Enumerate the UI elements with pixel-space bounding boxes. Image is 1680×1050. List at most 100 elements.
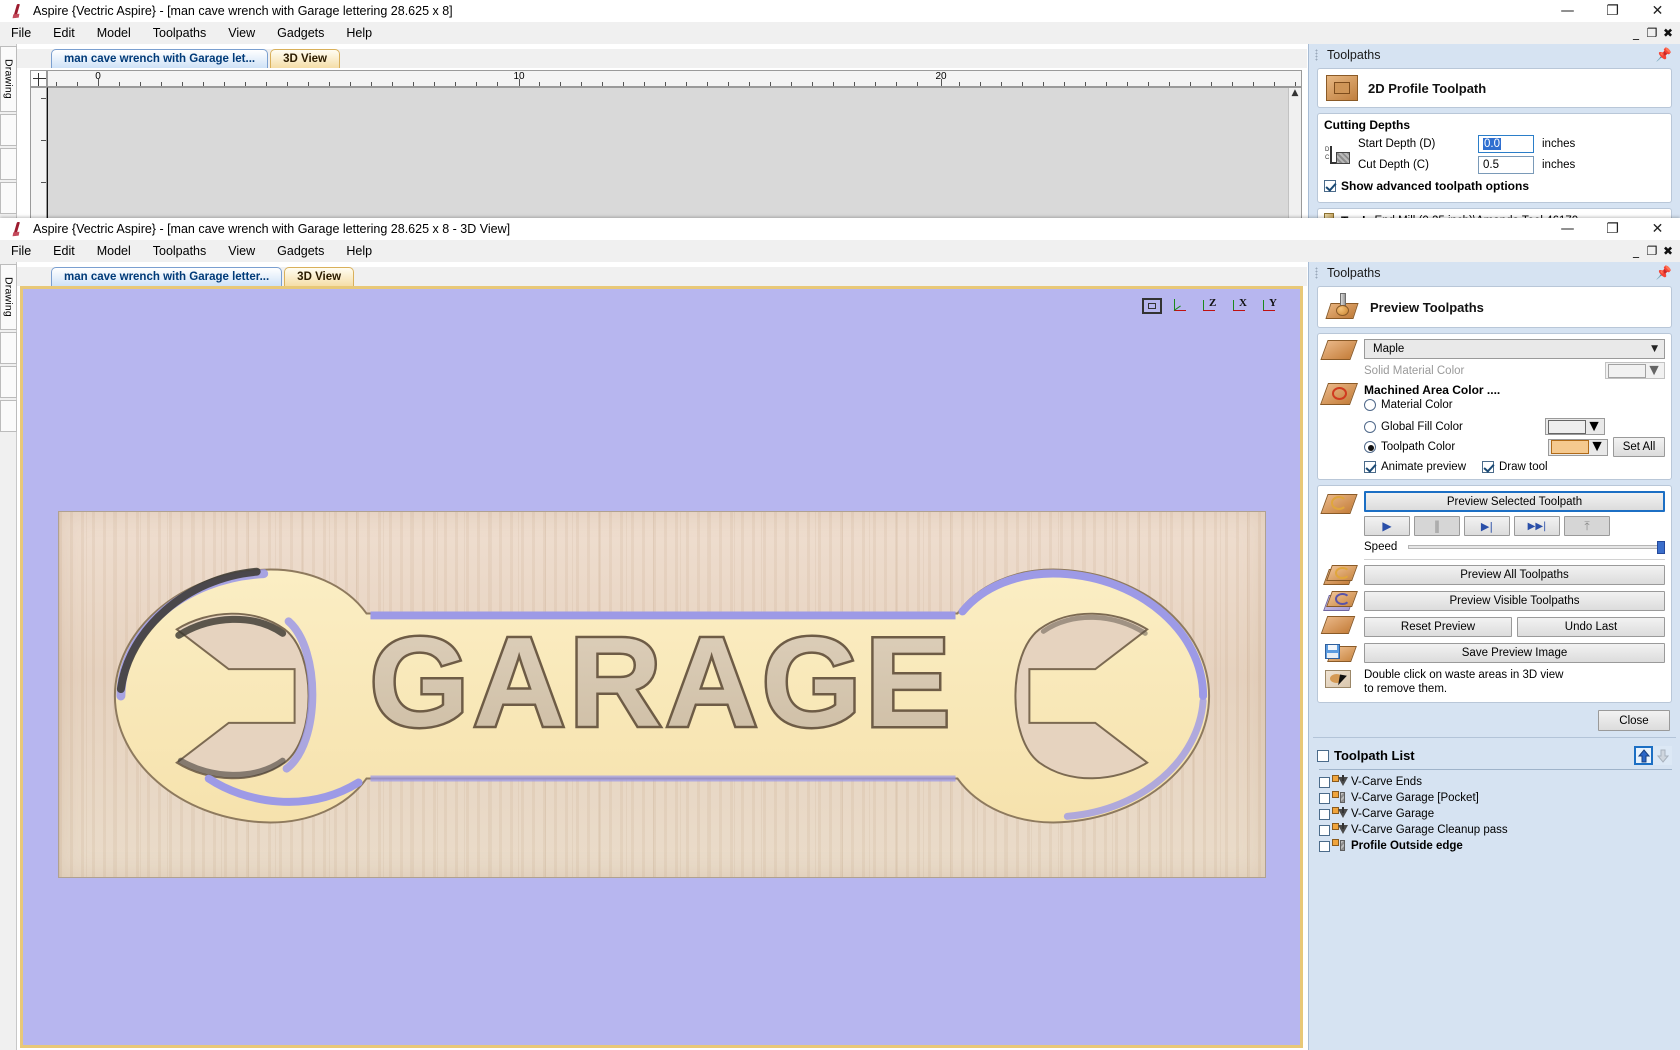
material-board[interactable]: GARAGE GARAGE <box>58 511 1266 878</box>
minimize-button[interactable]: — <box>1545 218 1590 240</box>
toolpath-list-item-4[interactable]: Profile Outside edge <box>1317 838 1672 854</box>
menu-toolpaths[interactable]: Toolpaths <box>142 241 218 261</box>
toolpath-list-item-3[interactable]: V-Carve Garage Cleanup pass <box>1317 822 1672 838</box>
close-button[interactable]: ✕ <box>1635 218 1680 240</box>
minimize-button[interactable]: — <box>1545 0 1590 22</box>
mdi-close-button[interactable]: ✖ <box>1660 23 1676 43</box>
toolpath-list-item-2[interactable]: V-Carve Garage <box>1317 806 1672 822</box>
mdi-restore-button[interactable]: ❐ <box>1644 23 1660 43</box>
toolpath-color-picker[interactable]: ▼ <box>1548 438 1608 456</box>
menu-model[interactable]: Model <box>86 241 142 261</box>
sidebar-tab-2[interactable] <box>0 114 17 146</box>
pin-icon[interactable]: 📌 <box>1656 48 1672 63</box>
preview-all-toolpaths-button[interactable]: Preview All Toolpaths <box>1364 565 1665 585</box>
toolpath-item-checkbox[interactable] <box>1319 792 1330 804</box>
mdi-close-button[interactable]: ✖ <box>1660 241 1676 261</box>
menu-model[interactable]: Model <box>86 23 142 43</box>
radio-global-fill-color[interactable]: Global Fill Color <box>1364 420 1545 433</box>
cut-depth-input[interactable]: 0.5 <box>1478 156 1534 174</box>
preview-selected-toolpath-button[interactable]: Preview Selected Toolpath <box>1364 491 1665 512</box>
start-depth-input[interactable]: 0.0 <box>1478 135 1534 153</box>
preview-visible-toolpaths-button[interactable]: Preview Visible Toolpaths <box>1364 591 1665 611</box>
radio-material-color[interactable]: Material Color <box>1364 399 1453 411</box>
fit-view-icon[interactable] <box>1142 298 1162 314</box>
scroll-up-arrow-icon[interactable]: ▲ <box>1289 88 1301 98</box>
axis-y-icon[interactable]: Y <box>1260 295 1286 317</box>
finish-button[interactable]: ⤒ <box>1564 516 1610 536</box>
sidebar-tab-3[interactable] <box>0 148 17 180</box>
tab-3d-view[interactable]: 3D View <box>284 267 355 286</box>
mdi-minimize-button[interactable]: _ <box>1628 241 1644 261</box>
toolpath-item-checkbox[interactable] <box>1319 840 1330 852</box>
maximize-button[interactable]: ❐ <box>1590 0 1635 22</box>
menu-view[interactable]: View <box>217 23 266 43</box>
mdi-minimize-button[interactable]: _ <box>1628 23 1644 43</box>
menu-gadgets[interactable]: Gadgets <box>266 23 335 43</box>
undo-last-button[interactable]: Undo Last <box>1517 617 1665 637</box>
speed-slider[interactable] <box>1408 541 1665 554</box>
dock-grip-handle[interactable] <box>1315 267 1318 279</box>
move-down-arrow-icon[interactable] <box>1653 746 1672 765</box>
tab-drawing-doc[interactable]: man cave wrench with Garage let... <box>51 49 269 68</box>
menu-gadgets[interactable]: Gadgets <box>266 241 335 261</box>
mdi-restore-button[interactable]: ❐ <box>1644 241 1660 261</box>
sidebar-tab-4[interactable] <box>0 400 17 432</box>
chevron-down-icon: ▼ <box>1589 438 1605 455</box>
pin-icon[interactable]: 📌 <box>1656 266 1672 281</box>
set-all-button[interactable]: Set All <box>1613 437 1665 457</box>
reset-preview-button[interactable]: Reset Preview <box>1364 617 1512 637</box>
tab-3d-view[interactable]: 3D View <box>270 49 341 68</box>
sidebar-tab-4[interactable] <box>0 182 17 214</box>
step-forward-button[interactable]: ▶| <box>1464 516 1510 536</box>
menu-toolpaths[interactable]: Toolpaths <box>142 23 218 43</box>
ruler-tick <box>245 82 246 86</box>
drawing-canvas[interactable]: ▲ <box>47 87 1302 224</box>
sidebar-tab-3[interactable] <box>0 366 17 398</box>
material-select[interactable]: Maple ▼ <box>1364 339 1665 359</box>
draw-tool-checkbox[interactable]: Draw tool <box>1482 461 1548 473</box>
3d-viewport[interactable]: Z X Y GARAGE <box>20 286 1303 1048</box>
ruler-tick <box>560 82 561 86</box>
menu-view[interactable]: View <box>217 241 266 261</box>
garage-lettering-group: GARAGE <box>367 610 953 757</box>
advanced-checkbox-box <box>1324 180 1336 192</box>
toolpath-list-item-0[interactable]: V-Carve Ends <box>1317 774 1672 790</box>
speed-slider-thumb[interactable] <box>1657 541 1665 554</box>
menu-edit[interactable]: Edit <box>42 241 86 261</box>
toolpath-item-checkbox[interactable] <box>1319 808 1330 820</box>
save-preview-image-button[interactable]: Save Preview Image <box>1364 643 1665 663</box>
axis-x-icon[interactable]: X <box>1230 295 1256 317</box>
menu-file[interactable]: File <box>0 23 42 43</box>
radio-toolpath-color[interactable]: Toolpath Color <box>1364 441 1548 453</box>
toolpath-list-header-checkbox[interactable]: Toolpath List <box>1317 748 1634 763</box>
toolpath-item-checkbox[interactable] <box>1319 824 1330 836</box>
canvas-scrollbar[interactable]: ▲ <box>1288 88 1301 223</box>
profile-toolpath-label: 2D Profile Toolpath <box>1368 80 1487 96</box>
axis-iso-icon[interactable] <box>1170 295 1196 317</box>
play-icon: ▶ <box>1382 519 1392 533</box>
dock-grip-handle[interactable] <box>1315 49 1318 61</box>
ruler-origin-button[interactable] <box>30 70 47 87</box>
close-button[interactable]: ✕ <box>1635 0 1680 22</box>
sidebar-tab-2[interactable] <box>0 332 17 364</box>
menu-help[interactable]: Help <box>335 23 383 43</box>
sidebar-tab-drawing[interactable]: Drawing <box>0 46 17 112</box>
menu-help[interactable]: Help <box>335 241 383 261</box>
pause-button[interactable]: ‖ <box>1414 516 1460 536</box>
maximize-button[interactable]: ❐ <box>1590 218 1635 240</box>
foreground-window-titlebar: Aspire {Vectric Aspire} - [man cave wren… <box>0 218 1680 240</box>
animate-preview-checkbox[interactable]: Animate preview <box>1364 461 1482 473</box>
play-button[interactable]: ▶ <box>1364 516 1410 536</box>
menu-edit[interactable]: Edit <box>42 23 86 43</box>
toolpath-list-item-1[interactable]: V-Carve Garage [Pocket] <box>1317 790 1672 806</box>
global-fill-color-picker[interactable]: ▼ <box>1545 418 1605 435</box>
axis-z-icon[interactable]: Z <box>1200 295 1226 317</box>
move-up-arrow-icon[interactable] <box>1634 746 1653 765</box>
tab-drawing-doc[interactable]: man cave wrench with Garage letter... <box>51 267 283 286</box>
fast-forward-button[interactable]: ▶▶| <box>1514 516 1560 536</box>
sidebar-tab-drawing[interactable]: Drawing <box>0 264 17 330</box>
menu-file[interactable]: File <box>0 241 42 261</box>
close-panel-button[interactable]: Close <box>1598 710 1670 731</box>
toolpath-item-checkbox[interactable] <box>1319 776 1330 788</box>
show-advanced-toolpath-options-checkbox[interactable]: Show advanced toolpath options <box>1324 179 1529 193</box>
